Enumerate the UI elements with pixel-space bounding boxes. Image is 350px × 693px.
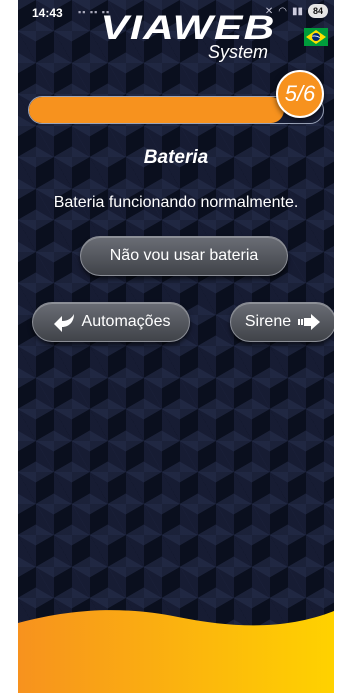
next-button[interactable]: Sirene <box>230 302 334 342</box>
page-title: Bateria <box>143 147 209 168</box>
back-button[interactable]: Automações <box>32 302 190 342</box>
status-time: 14:43 <box>32 6 63 20</box>
arrow-right-icon <box>298 314 321 330</box>
back-label: Automações <box>81 313 171 330</box>
logo-text: VIAWEB <box>100 9 276 47</box>
next-label: Sirene <box>244 313 292 330</box>
brazil-flag-icon[interactable] <box>304 28 328 46</box>
footer-wave <box>18 610 334 693</box>
step-badge: 5/6 <box>276 70 324 118</box>
battery-indicator: 84 <box>307 4 328 18</box>
app-screen: 14:43 ▪▪ ▪▪ ▪▪ ✕ ◠ ▮▮ 84 VIAWEB System 5… <box>18 0 334 693</box>
arrow-left-icon <box>53 314 74 332</box>
status-message: Bateria funcionando normalmente. <box>53 194 299 211</box>
progress-fill <box>29 97 284 123</box>
viaweb-logo: VIAWEB System <box>98 9 278 63</box>
skip-battery-button[interactable]: Não vou usar bateria <box>80 236 288 276</box>
skip-battery-label: Não vou usar bateria <box>109 247 259 264</box>
